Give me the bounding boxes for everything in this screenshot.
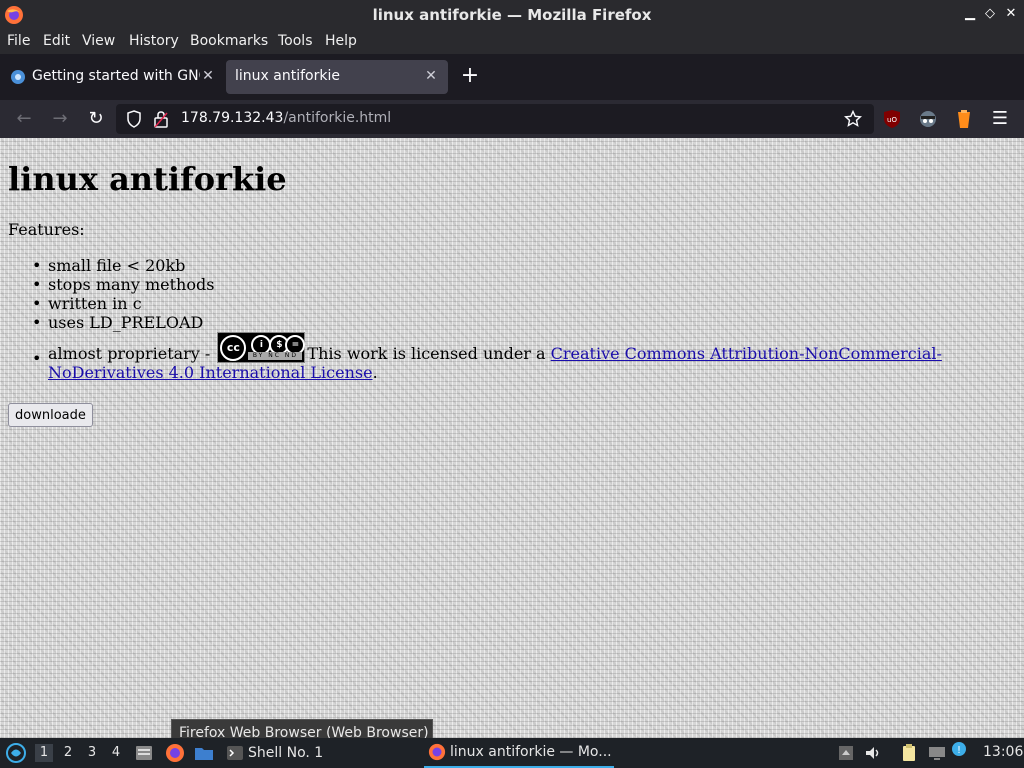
close-window-button[interactable]: ✕ bbox=[1003, 6, 1019, 22]
terminal-icon[interactable] bbox=[226, 744, 244, 762]
folder-icon[interactable] bbox=[194, 743, 214, 763]
list-item: uses LD_PRELOAD bbox=[32, 313, 214, 332]
page-heading: linux antiforkie bbox=[8, 160, 287, 198]
close-tab-icon[interactable]: ✕ bbox=[201, 68, 215, 84]
shield-icon[interactable] bbox=[126, 110, 142, 128]
url-host: 178.79.132.43 bbox=[181, 110, 284, 126]
features-label: Features: bbox=[8, 220, 85, 239]
clock[interactable]: 13:06 bbox=[983, 744, 1023, 760]
close-tab-icon[interactable]: ✕ bbox=[424, 68, 438, 84]
notification-icon[interactable]: ! bbox=[951, 741, 967, 757]
volume-icon[interactable] bbox=[863, 743, 883, 763]
license-text-block: almost proprietary - cc i $ = BY NC ND This w… bbox=[48, 332, 948, 382]
menu-bar: File Edit View History Bookmarks Tools H… bbox=[0, 30, 1024, 54]
badge-text: BY NC ND bbox=[248, 352, 303, 360]
menu-tools[interactable]: Tools bbox=[278, 33, 313, 49]
list-item: stops many methods bbox=[32, 275, 214, 294]
workspace-1[interactable]: 1 bbox=[35, 744, 53, 762]
window-titlebar: linux antiforkie — Mozilla Firefox ▁ ◇ ✕ bbox=[0, 0, 1024, 30]
show-hidden-tray-icon[interactable] bbox=[836, 743, 856, 763]
menu-view[interactable]: View bbox=[82, 33, 115, 49]
web-page-content: linux antiforkie Features: small file < … bbox=[0, 138, 1024, 738]
menu-file[interactable]: File bbox=[7, 33, 30, 49]
spy-extension-icon[interactable] bbox=[918, 109, 938, 129]
tab-getting-started[interactable]: Getting started with GNO ✕ bbox=[2, 60, 222, 94]
menu-edit[interactable]: Edit bbox=[43, 33, 70, 49]
application-menu-icon[interactable] bbox=[5, 742, 27, 764]
tab-label: Getting started with GNO bbox=[32, 68, 200, 84]
taskbar: 1 2 3 4 Shell No. 1 linux antiforkie — M… bbox=[0, 738, 1024, 768]
forward-button[interactable]: → bbox=[48, 107, 72, 131]
clipboard-icon[interactable] bbox=[899, 743, 919, 763]
license-prefix: almost proprietary - bbox=[48, 344, 216, 363]
reload-button[interactable]: ↻ bbox=[84, 107, 108, 131]
url-bar[interactable]: 178.79.132.43/antiforkie.html bbox=[116, 104, 874, 134]
bullet: • bbox=[32, 349, 42, 368]
new-tab-button[interactable]: + bbox=[458, 64, 482, 88]
features-list: small file < 20kb stops many methods wri… bbox=[32, 256, 214, 332]
menu-help[interactable]: Help bbox=[325, 33, 357, 49]
menu-history[interactable]: History bbox=[129, 33, 179, 49]
firefox-task-icon bbox=[428, 743, 446, 761]
shell-task-label[interactable]: Shell No. 1 bbox=[248, 745, 323, 761]
workspace-2[interactable]: 2 bbox=[59, 744, 77, 762]
hamburger-menu-button[interactable]: ☰ bbox=[988, 107, 1012, 131]
navigation-toolbar: ← → ↻ 178.79.132.43/antiforkie.html uO ☰ bbox=[0, 100, 1024, 138]
file-manager-icon[interactable] bbox=[134, 743, 154, 763]
cc-license-badge-icon[interactable]: cc i $ = BY NC ND bbox=[217, 332, 306, 363]
firefox-task-button[interactable]: linux antiforkie — Mo... bbox=[424, 738, 614, 768]
maximize-button[interactable]: ◇ bbox=[982, 6, 998, 22]
list-item: small file < 20kb bbox=[32, 256, 214, 275]
license-suffix: . bbox=[372, 363, 378, 382]
tab-strip: Getting started with GNO ✕ linux antifor… bbox=[0, 54, 1024, 100]
license-text: This work is licensed under a bbox=[307, 344, 551, 363]
tab-linux-antiforkie[interactable]: linux antiforkie ✕ bbox=[226, 60, 448, 94]
tab-label: linux antiforkie bbox=[235, 68, 340, 84]
network-icon[interactable] bbox=[927, 743, 947, 763]
window-title: linux antiforkie — Mozilla Firefox bbox=[372, 6, 652, 24]
bookmark-star-icon[interactable] bbox=[844, 110, 862, 128]
svg-text:uO: uO bbox=[887, 116, 897, 124]
ublock-origin-icon[interactable]: uO bbox=[883, 109, 901, 129]
lock-insecure-icon[interactable] bbox=[154, 110, 168, 128]
firefox-task-label: linux antiforkie — Mo... bbox=[450, 744, 612, 760]
cookie-extension-icon[interactable] bbox=[955, 109, 973, 129]
svg-text:!: ! bbox=[957, 745, 961, 756]
back-button[interactable]: ← bbox=[12, 107, 36, 131]
minimize-button[interactable]: ▁ bbox=[962, 6, 978, 22]
download-button[interactable]: downloade bbox=[8, 403, 93, 427]
firefox-launcher-icon[interactable] bbox=[165, 743, 185, 763]
menu-bookmarks[interactable]: Bookmarks bbox=[190, 33, 268, 49]
list-item: written in c bbox=[32, 294, 214, 313]
url-path: /antiforkie.html bbox=[283, 110, 392, 126]
workspace-3[interactable]: 3 bbox=[83, 744, 101, 762]
workspace-4[interactable]: 4 bbox=[107, 744, 125, 762]
gnome-favicon-icon bbox=[11, 70, 25, 84]
url-text[interactable]: 178.79.132.43/antiforkie.html bbox=[181, 110, 391, 126]
